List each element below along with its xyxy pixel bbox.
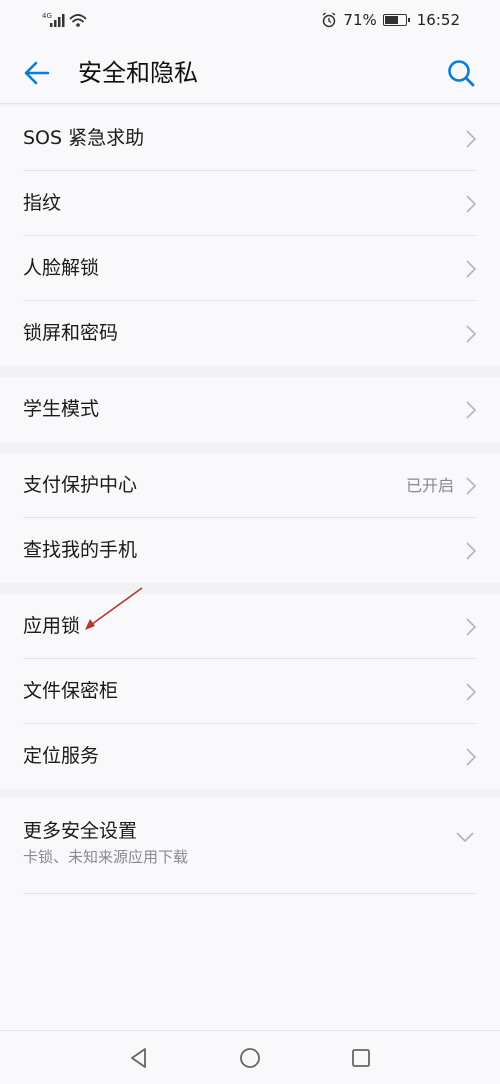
settings-item-label: 文件保密柜	[23, 680, 119, 702]
settings-group-3: 支付保护中心 已开启 查找我的手机	[0, 453, 500, 583]
more-security-settings[interactable]: 更多安全设置 卡锁、未知来源应用下载	[0, 798, 500, 894]
nav-back-icon[interactable]	[128, 1047, 150, 1069]
battery-percent: 71%	[343, 11, 377, 29]
settings-item-label: 锁屏和密码	[23, 322, 119, 344]
settings-group-4: 应用锁 文件保密柜 定位服务	[0, 594, 500, 789]
settings-item-label: 定位服务	[23, 745, 100, 767]
settings-item-sos[interactable]: SOS 紧急求助	[0, 106, 500, 171]
settings-item-payment-protection[interactable]: 支付保护中心 已开启	[0, 453, 500, 518]
settings-item-label: SOS 紧急求助	[23, 127, 145, 149]
settings-item-fingerprint[interactable]: 指纹	[0, 171, 500, 236]
chevron-right-icon	[466, 325, 476, 343]
settings-item-face-unlock[interactable]: 人脸解锁	[0, 236, 500, 301]
status-value: 已开启	[405, 476, 454, 495]
nav-recent-icon[interactable]	[350, 1047, 372, 1069]
settings-item-location-services[interactable]: 定位服务	[0, 724, 500, 789]
chevron-down-icon	[456, 832, 474, 843]
settings-item-label: 应用锁	[23, 615, 81, 637]
settings-item-find-my-phone[interactable]: 查找我的手机	[0, 518, 500, 583]
chevron-right-icon	[466, 401, 476, 419]
signal-indicators: 4G	[40, 10, 90, 30]
page-title: 安全和隐私	[78, 59, 198, 87]
search-button[interactable]	[444, 56, 478, 90]
alarm-icon	[322, 12, 336, 28]
settings-group-1: SOS 紧急求助 指纹 人脸解锁 锁屏和密码	[0, 106, 500, 366]
settings-group-more: 更多安全设置 卡锁、未知来源应用下载	[0, 798, 500, 1030]
battery-icon	[382, 14, 410, 26]
settings-item-file-safe[interactable]: 文件保密柜	[0, 659, 500, 724]
chevron-right-icon	[466, 477, 476, 495]
settings-group-2: 学生模式	[0, 377, 500, 442]
back-button[interactable]	[20, 56, 54, 90]
settings-item-app-lock[interactable]: 应用锁	[0, 594, 500, 659]
chevron-right-icon	[466, 748, 476, 766]
nav-home-icon[interactable]	[239, 1047, 261, 1069]
system-nav-bar	[0, 1030, 500, 1084]
settings-item-student-mode[interactable]: 学生模式	[0, 377, 500, 442]
header-divider	[0, 103, 500, 104]
app-header: 安全和隐私	[0, 40, 500, 104]
status-right: 71% 16:52	[321, 8, 460, 32]
signal-icon: 4G	[42, 12, 87, 27]
settings-item-label: 支付保护中心	[23, 474, 138, 496]
chevron-right-icon	[466, 195, 476, 213]
settings-item-label: 人脸解锁	[23, 257, 100, 279]
chevron-right-icon	[466, 260, 476, 278]
settings-item-label: 查找我的手机	[23, 539, 138, 561]
back-arrow-icon	[24, 61, 50, 85]
chevron-right-icon	[466, 683, 476, 701]
more-settings-label: 更多安全设置	[23, 820, 138, 842]
search-icon	[448, 60, 475, 87]
clock: 16:52	[416, 11, 460, 29]
settings-item-label: 学生模式	[23, 398, 100, 420]
chevron-right-icon	[466, 130, 476, 148]
row-divider	[23, 893, 477, 894]
settings-item-lock-screen[interactable]: 锁屏和密码	[0, 301, 500, 366]
status-bar: 4G 71% 16:52	[0, 0, 500, 40]
more-settings-subtitle: 卡锁、未知来源应用下载	[23, 848, 189, 866]
chevron-right-icon	[466, 542, 476, 560]
chevron-right-icon	[466, 618, 476, 636]
settings-item-label: 指纹	[23, 192, 62, 214]
svg-text:4G: 4G	[42, 12, 52, 20]
